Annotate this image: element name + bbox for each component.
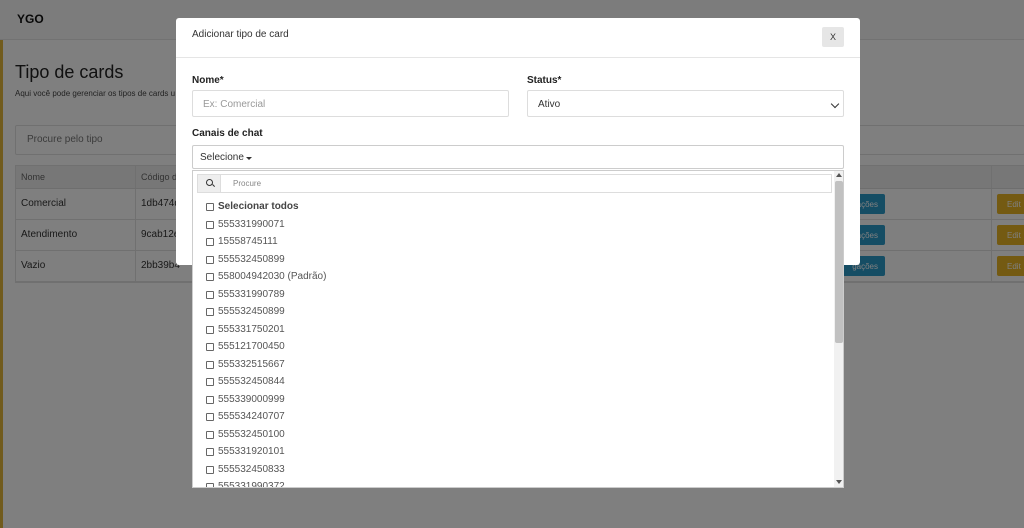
scrollbar-thumb[interactable] bbox=[835, 181, 843, 343]
scroll-down-arrow-icon[interactable] bbox=[836, 480, 842, 484]
option-label: 555532450100 bbox=[218, 428, 285, 440]
checkbox[interactable] bbox=[206, 325, 214, 334]
checkbox[interactable] bbox=[206, 343, 214, 351]
checkbox[interactable] bbox=[206, 448, 214, 456]
modal-title: Adicionar tipo de card bbox=[192, 29, 289, 40]
channels-multiselect-toggle[interactable]: Selecione bbox=[192, 145, 844, 169]
channel-option[interactable]: 555331920101 bbox=[205, 444, 825, 462]
channel-option[interactable]: 555534240707 bbox=[205, 409, 825, 427]
checkbox[interactable] bbox=[206, 360, 214, 369]
checkbox[interactable] bbox=[206, 308, 214, 316]
checkbox[interactable] bbox=[206, 220, 214, 229]
option-label: 555121700450 bbox=[218, 341, 285, 352]
option-label: 555532450899 bbox=[218, 253, 285, 265]
option-label: 555532450844 bbox=[218, 376, 285, 387]
select-all-option[interactable]: Selecionar todos bbox=[205, 199, 825, 217]
checkbox[interactable] bbox=[206, 395, 214, 404]
channel-option[interactable]: 555332515667 bbox=[205, 357, 825, 375]
checkbox[interactable] bbox=[206, 255, 214, 264]
option-label: Selecionar todos bbox=[218, 201, 299, 212]
channel-option[interactable]: 555331990789 bbox=[205, 287, 825, 305]
caret-down-icon bbox=[246, 157, 252, 160]
modal-header: Adicionar tipo de card X bbox=[176, 18, 860, 58]
search-icon bbox=[198, 175, 221, 192]
option-label: 555331920101 bbox=[218, 446, 285, 457]
scroll-up-arrow-icon[interactable] bbox=[836, 173, 842, 177]
checkbox[interactable] bbox=[206, 465, 214, 474]
checkbox[interactable] bbox=[206, 483, 214, 487]
option-label: 555534240707 bbox=[218, 411, 285, 422]
option-label: 555331990071 bbox=[218, 218, 285, 230]
channels-dropdown-menu: Procure Selecionar todos 555331990071 1555… bbox=[192, 170, 844, 488]
channel-option[interactable]: 555532450100 bbox=[205, 427, 825, 445]
status-label: Status* bbox=[527, 75, 562, 86]
channels-option-list: Selecionar todos 555331990071 15558745111 5… bbox=[205, 199, 825, 488]
checkbox[interactable] bbox=[206, 203, 214, 211]
option-label: 555339000999 bbox=[218, 393, 285, 405]
dropdown-scrollbar[interactable] bbox=[834, 171, 843, 487]
option-label: 555332515667 bbox=[218, 358, 285, 370]
channel-option[interactable]: 555331990372 bbox=[205, 479, 825, 488]
channel-option[interactable]: 555331750201 bbox=[205, 322, 825, 340]
checkbox[interactable] bbox=[206, 290, 214, 299]
option-label: 555532450833 bbox=[218, 463, 285, 475]
option-label: 555331990372 bbox=[218, 481, 285, 488]
checkbox[interactable] bbox=[206, 273, 214, 281]
option-label: 558004942030 (Padrão) bbox=[218, 271, 327, 282]
checkbox[interactable] bbox=[206, 413, 214, 421]
canais-label: Canais de chat bbox=[192, 128, 263, 139]
channel-option[interactable]: 558004942030 (Padrão) bbox=[205, 269, 825, 287]
channels-search-placeholder: Procure bbox=[233, 179, 262, 188]
channel-option[interactable]: 15558745111 bbox=[205, 234, 825, 252]
status-value: Ativo bbox=[538, 99, 561, 110]
close-button[interactable]: X bbox=[822, 27, 844, 47]
chevron-down-icon bbox=[830, 99, 840, 109]
checkbox[interactable] bbox=[206, 378, 214, 386]
channel-option[interactable]: 555532450899 bbox=[205, 304, 825, 322]
nome-label: Nome* bbox=[192, 75, 224, 86]
status-select[interactable]: Ativo bbox=[527, 90, 844, 117]
channel-option[interactable]: 555532450833 bbox=[205, 462, 825, 480]
channel-option[interactable]: 555121700450 bbox=[205, 339, 825, 357]
option-label: 15558745111 bbox=[218, 236, 278, 247]
checkbox[interactable] bbox=[206, 430, 214, 439]
option-label: 555532450899 bbox=[218, 306, 285, 317]
nome-placeholder: Ex: Comercial bbox=[203, 99, 266, 110]
option-label: 555331750201 bbox=[218, 323, 285, 335]
multiselect-label: Selecione bbox=[200, 152, 244, 163]
channel-option[interactable]: 555532450899 bbox=[205, 252, 825, 270]
channel-option[interactable]: 555339000999 bbox=[205, 392, 825, 410]
channels-search-input[interactable]: Procure bbox=[197, 174, 832, 193]
channel-option[interactable]: 555532450844 bbox=[205, 374, 825, 392]
option-label: 555331990789 bbox=[218, 288, 285, 300]
channel-option[interactable]: 555331990071 bbox=[205, 217, 825, 235]
nome-field[interactable]: Ex: Comercial bbox=[192, 90, 509, 117]
checkbox[interactable] bbox=[206, 238, 214, 246]
